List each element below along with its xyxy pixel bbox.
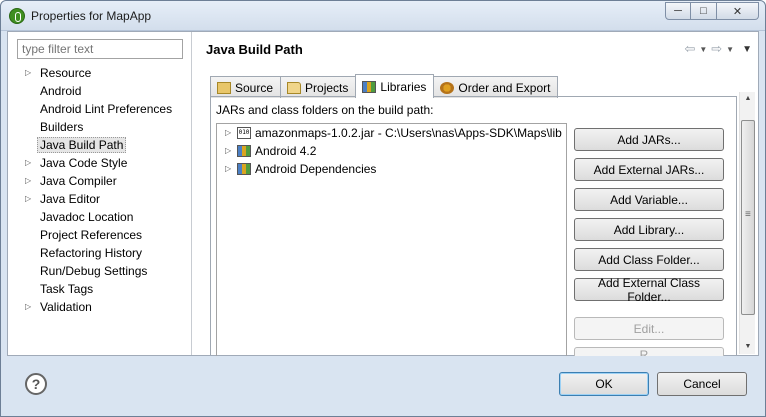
navigation-panel: ▷ Resource Android Android Lint Preferenc…: [8, 32, 192, 355]
tree-item-java-editor[interactable]: ▷ Java Editor: [8, 190, 192, 208]
tree-item-label: Refactoring History: [40, 246, 143, 260]
properties-dialog: Properties for MapApp ─ □ ✕ ▷ Resource An…: [0, 0, 766, 417]
scroll-down-icon[interactable]: ▼: [740, 340, 756, 354]
tree-item-label: Java Editor: [40, 192, 101, 206]
tab-label: Source: [235, 80, 274, 95]
tree-item-label: Project References: [40, 228, 143, 242]
title-bar: Properties for MapApp ─ □ ✕: [1, 1, 765, 31]
tab-label: Order and Export: [458, 80, 551, 95]
list-item-label: Android Dependencies: [255, 162, 377, 176]
dialog-content: ▷ Resource Android Android Lint Preferenc…: [7, 31, 759, 356]
filter-input[interactable]: [17, 39, 183, 59]
page-title: Java Build Path: [206, 42, 303, 57]
tab-label: Projects: [305, 80, 349, 95]
libraries-tab-content: JARs and class folders on the build path…: [210, 96, 737, 356]
back-dropdown-icon[interactable]: ▼: [699, 45, 707, 54]
app-icon: [9, 8, 25, 24]
expand-arrow-icon[interactable]: ▷: [225, 142, 231, 160]
tree-item-java-code-style[interactable]: ▷ Java Code Style: [8, 154, 192, 172]
add-jars-button[interactable]: Add JARs...: [574, 128, 724, 151]
tree-item-label: Java Build Path: [37, 137, 127, 153]
projects-folder-icon: [287, 81, 302, 94]
source-folder-icon: [217, 81, 231, 94]
vertical-scrollbar[interactable]: ▲ ▼: [739, 92, 755, 354]
tree-item-java-build-path[interactable]: Java Build Path: [8, 136, 192, 154]
order-export-icon: [440, 81, 455, 94]
expand-arrow-icon[interactable]: ▷: [25, 190, 31, 208]
ok-button[interactable]: OK: [559, 372, 649, 396]
tree-item-javadoc-location[interactable]: Javadoc Location: [8, 208, 192, 226]
list-item-android-4-2[interactable]: ▷ Android 4.2: [217, 142, 566, 160]
expand-arrow-icon[interactable]: ▷: [25, 154, 31, 172]
tree-item-validation[interactable]: ▷ Validation: [8, 298, 192, 316]
tree-item-java-compiler[interactable]: ▷ Java Compiler: [8, 172, 192, 190]
tree-item-label: Builders: [40, 120, 84, 134]
tree-item-android-lint-preferences[interactable]: Android Lint Preferences: [8, 100, 192, 118]
tree-item-label: Android: [40, 84, 82, 98]
tree-item-label: Run/Debug Settings: [40, 264, 148, 278]
expand-arrow-icon[interactable]: ▷: [25, 64, 31, 82]
tab-order-and-export[interactable]: Order and Export: [433, 76, 559, 98]
property-tree: ▷ Resource Android Android Lint Preferenc…: [8, 64, 192, 316]
libraries-icon: [362, 80, 377, 93]
tree-item-android[interactable]: Android: [8, 82, 192, 100]
scroll-up-icon[interactable]: ▲: [740, 92, 756, 106]
tree-item-label: Javadoc Location: [40, 210, 134, 224]
libraries-heading: JARs and class folders on the build path…: [216, 103, 434, 117]
tab-projects[interactable]: Projects: [280, 76, 357, 98]
list-item-label: amazonmaps-1.0.2.jar - C:\Users\nas\Apps…: [255, 126, 562, 140]
tree-item-resource[interactable]: ▷ Resource: [8, 64, 192, 82]
window-title: Properties for MapApp: [31, 9, 152, 23]
add-external-jars-button[interactable]: Add External JARs...: [574, 158, 724, 181]
list-item-amazonmaps-jar[interactable]: ▷ 010 amazonmaps-1.0.2.jar - C:\Users\na…: [217, 124, 566, 142]
cancel-button[interactable]: Cancel: [657, 372, 747, 396]
tree-item-label: Validation: [40, 300, 92, 314]
library-list[interactable]: ▷ 010 amazonmaps-1.0.2.jar - C:\Users\na…: [216, 123, 567, 356]
add-external-class-folder-button[interactable]: Add External Class Folder...: [574, 276, 724, 304]
expand-arrow-icon[interactable]: ▷: [25, 298, 31, 316]
tree-item-task-tags[interactable]: Task Tags: [8, 280, 192, 298]
tree-item-label: Android Lint Preferences: [40, 102, 173, 116]
window-controls: ─ □ ✕: [665, 2, 759, 20]
tree-item-builders[interactable]: Builders: [8, 118, 192, 136]
add-library-button[interactable]: Add Library...: [574, 218, 724, 241]
list-item-label: Android 4.2: [255, 144, 317, 158]
jar-icon: 010: [237, 127, 251, 139]
tree-item-label: Java Code Style: [40, 156, 128, 170]
expand-arrow-icon[interactable]: ▷: [225, 160, 231, 178]
build-path-tabs: Source Projects Libraries Order and Expo…: [210, 74, 559, 98]
add-class-folder-button[interactable]: Add Class Folder...: [574, 248, 724, 271]
expand-arrow-icon[interactable]: ▷: [25, 172, 31, 190]
maximize-button[interactable]: □: [691, 2, 717, 20]
library-icon: [237, 163, 251, 175]
forward-arrow-icon[interactable]: ⇨: [711, 41, 722, 57]
edit-button[interactable]: Edit...: [574, 317, 724, 340]
minimize-button[interactable]: ─: [665, 2, 691, 20]
add-variable-button[interactable]: Add Variable...: [574, 188, 724, 211]
tab-source[interactable]: Source: [210, 76, 282, 98]
list-item-android-dependencies[interactable]: ▷ Android Dependencies: [217, 160, 566, 178]
tree-item-label: Java Compiler: [40, 174, 117, 188]
tree-item-run-debug-settings[interactable]: Run/Debug Settings: [8, 262, 192, 280]
tree-item-refactoring-history[interactable]: Refactoring History: [8, 244, 192, 262]
library-icon: [237, 145, 251, 157]
tab-label: Libraries: [380, 79, 427, 94]
tree-item-project-references[interactable]: Project References: [8, 226, 192, 244]
help-icon[interactable]: ?: [25, 373, 47, 395]
settings-panel: Java Build Path ⇦ ▼ ⇨ ▼ ▼ Source Project…: [193, 32, 758, 356]
expand-arrow-icon[interactable]: ▷: [225, 124, 231, 142]
page-navigation: ⇦ ▼ ⇨ ▼ ▼: [684, 41, 752, 57]
tree-item-label: Task Tags: [40, 282, 94, 296]
tab-libraries[interactable]: Libraries: [355, 74, 435, 98]
tree-item-label: Resource: [40, 66, 92, 80]
scroll-thumb[interactable]: [741, 120, 755, 315]
remove-button[interactable]: R...: [574, 347, 724, 356]
forward-dropdown-icon[interactable]: ▼: [726, 45, 734, 54]
view-menu-icon[interactable]: ▼: [742, 44, 752, 55]
close-button[interactable]: ✕: [717, 2, 759, 20]
back-arrow-icon[interactable]: ⇦: [684, 41, 695, 57]
